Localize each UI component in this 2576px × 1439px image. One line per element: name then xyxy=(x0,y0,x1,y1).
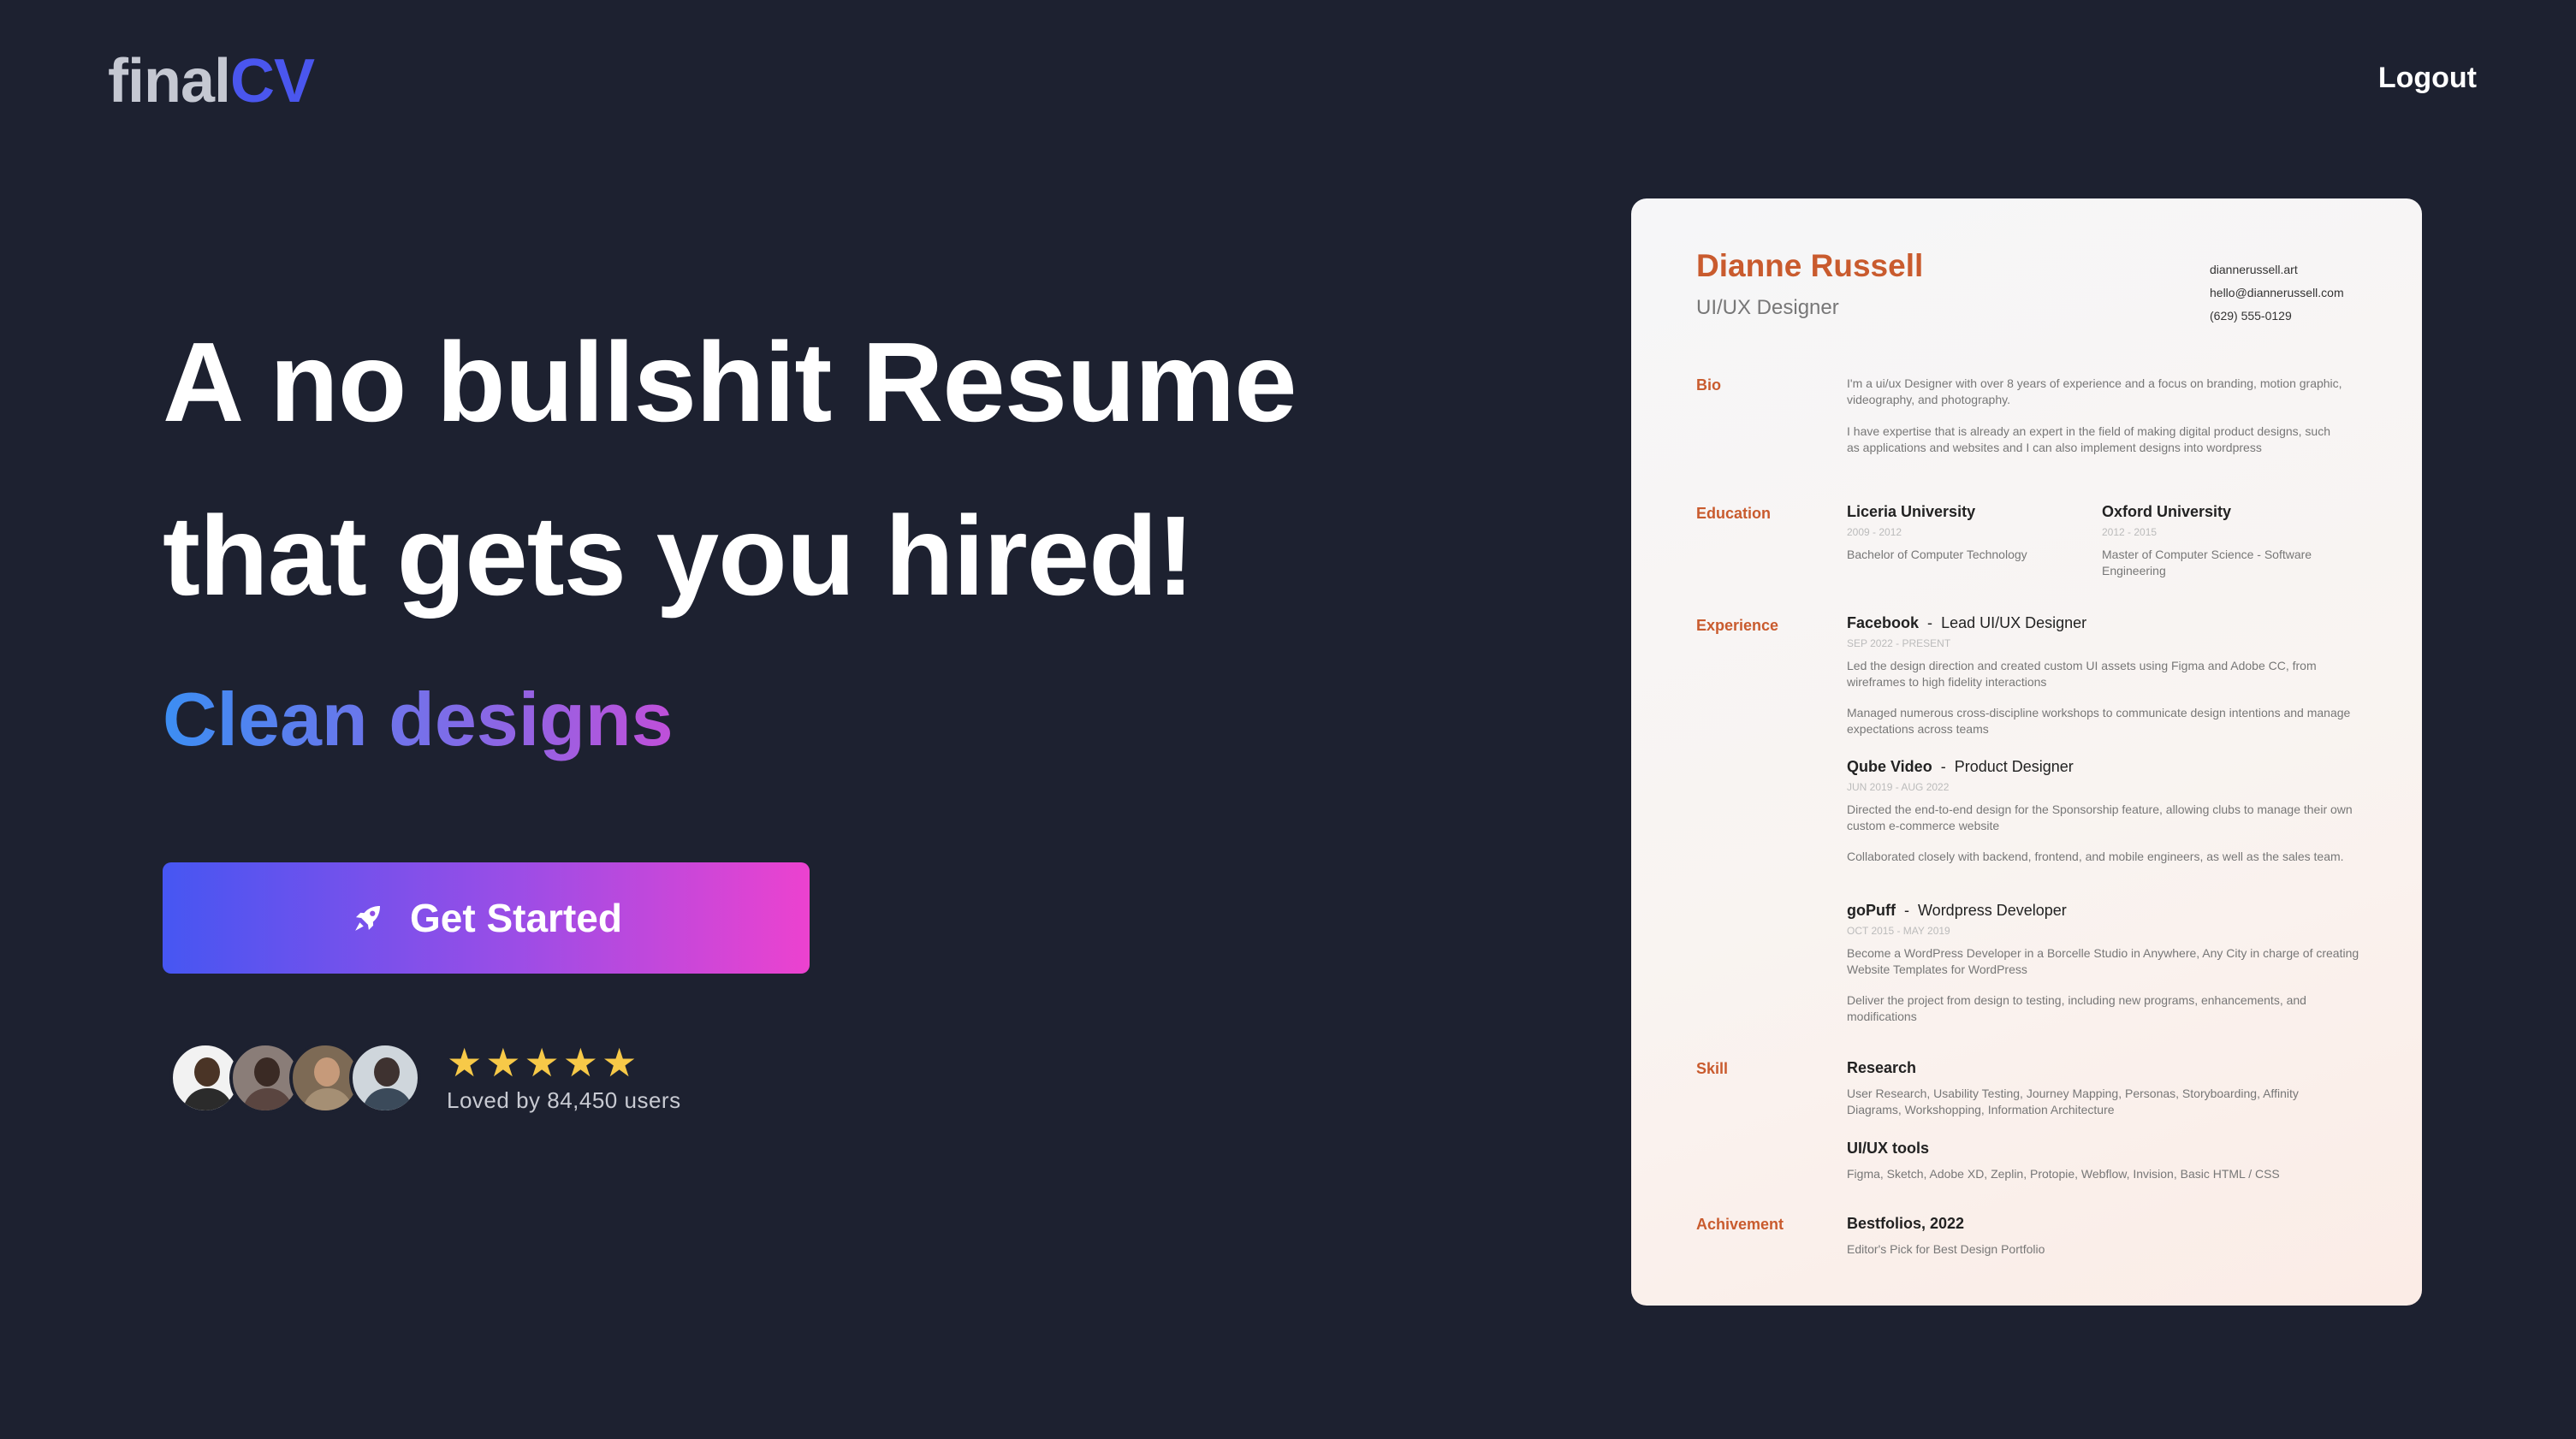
skill-item: UI/UX tools Figma, Sketch, Adobe XD, Zep… xyxy=(1847,1140,2280,1181)
headline-line-2: that gets you hired! xyxy=(163,493,1195,619)
skill-item: Research User Research, Usability Testin… xyxy=(1847,1059,2299,1116)
hero-headline: A no bullshit Resume that gets you hired… xyxy=(163,295,1297,643)
rocket-icon xyxy=(355,906,381,931)
education-item: Liceria University 2009 - 2012 Bachelor … xyxy=(1847,503,2027,561)
experience-item: goPuff - Wordpress Developer OCT 2015 - … xyxy=(1847,902,2359,1023)
resume-name: Dianne Russell xyxy=(1696,248,1924,283)
star-icon: ★ xyxy=(602,1039,638,1085)
bio-paragraph: I'm a ui/ux Designer with over 8 years o… xyxy=(1847,376,2342,406)
experience-item: Facebook - Lead UI/UX Designer SEP 2022 … xyxy=(1847,614,2351,736)
user-avatars xyxy=(169,1042,421,1114)
star-rating: ★ ★ ★ ★ ★ xyxy=(447,1043,681,1082)
section-label-skill: Skill xyxy=(1696,1060,1729,1077)
resume-email: hello@diannerussell.com xyxy=(2210,286,2344,299)
bio-paragraph: I have expertise that is already an expe… xyxy=(1847,424,2330,454)
logout-button[interactable]: Logout xyxy=(2378,62,2477,95)
star-icon: ★ xyxy=(524,1039,560,1085)
resume-preview-card: Dianne Russell UI/UX Designer dianneruss… xyxy=(1631,198,2422,1306)
section-label-bio: Bio xyxy=(1696,376,1721,394)
get-started-button[interactable]: Get Started xyxy=(163,862,810,974)
resume-title: UI/UX Designer xyxy=(1696,296,1839,319)
resume-website: diannerussell.art xyxy=(2210,263,2298,276)
education-item: Oxford University 2012 - 2015 Master of … xyxy=(2102,503,2312,577)
section-label-achievement: Achivement xyxy=(1696,1216,1784,1233)
section-label-education: Education xyxy=(1696,505,1772,522)
resume-contact: diannerussell.art hello@diannerussell.co… xyxy=(2210,258,2344,328)
experience-item: Qube Video - Product Designer JUN 2019 -… xyxy=(1847,758,2353,863)
resume-phone: (629) 555-0129 xyxy=(2210,309,2292,323)
star-icon: ★ xyxy=(485,1039,521,1085)
social-proof: ★ ★ ★ ★ ★ Loved by 84,450 users xyxy=(169,1042,681,1114)
star-icon: ★ xyxy=(562,1039,598,1085)
hero-subheadline: Clean designs xyxy=(163,677,674,761)
achievement-item: Bestfolios, 2022 Editor's Pick for Best … xyxy=(1847,1215,2045,1256)
section-label-experience: Experience xyxy=(1696,617,1779,634)
logo[interactable]: finalCV xyxy=(108,46,315,116)
loved-by-text: Loved by 84,450 users xyxy=(447,1087,681,1113)
logo-text-final: final xyxy=(108,47,231,115)
logo-text-cv: CV xyxy=(230,47,315,115)
star-icon: ★ xyxy=(447,1039,483,1085)
get-started-label: Get Started xyxy=(410,896,622,940)
avatar xyxy=(349,1042,421,1114)
headline-line-1: A no bullshit Resume xyxy=(163,319,1297,445)
